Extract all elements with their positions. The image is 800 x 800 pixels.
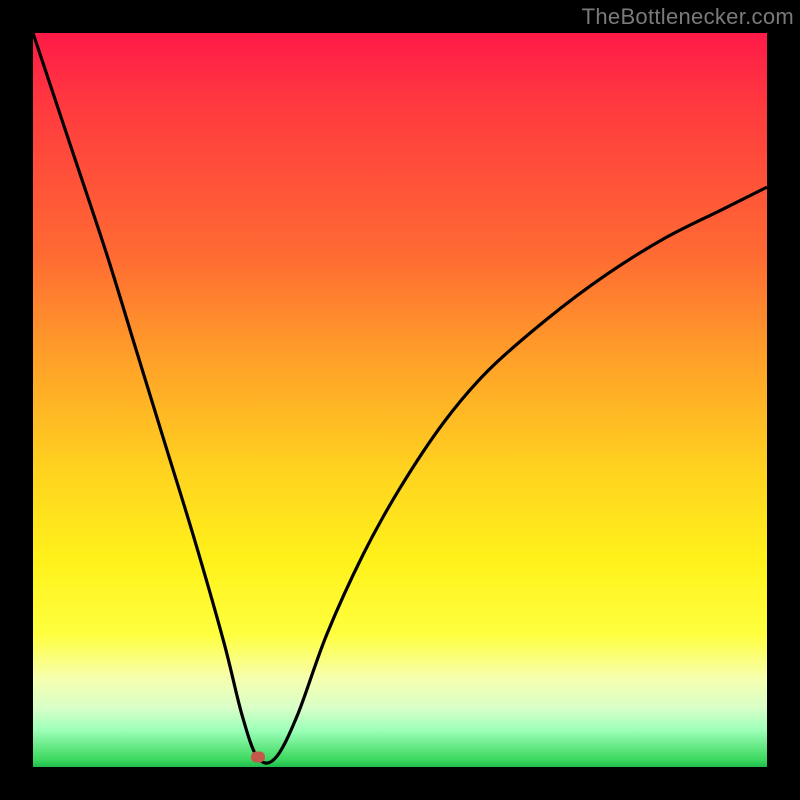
bottleneck-curve — [33, 33, 767, 767]
chart-frame: TheBottlenecker.com — [0, 0, 800, 800]
watermark-text: TheBottlenecker.com — [582, 4, 794, 30]
plot-area — [33, 33, 767, 767]
optimal-point-marker — [251, 752, 265, 763]
